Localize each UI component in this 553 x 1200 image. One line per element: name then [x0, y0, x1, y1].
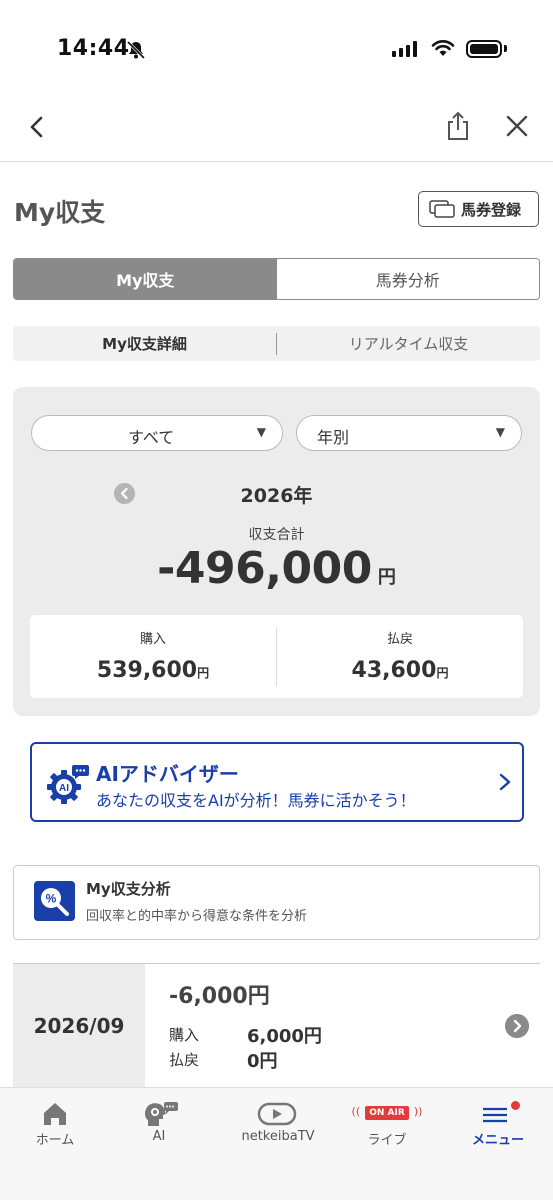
tab-live[interactable]: (( ON AIR )) ライブ: [332, 1100, 442, 1150]
tab-ai-label: AI: [152, 1129, 166, 1144]
month-payout-value: 0円: [247, 1051, 278, 1072]
filter-type-value: すべて: [128, 428, 175, 447]
tab-netkeiba-tv[interactable]: netkeibaTV: [223, 1100, 333, 1150]
tab-home[interactable]: ホーム: [0, 1100, 110, 1150]
filter-period-select[interactable]: 年別 ▼: [296, 415, 522, 451]
on-air-badge: ON AIR: [365, 1106, 409, 1120]
status-time: 14:44: [57, 36, 130, 61]
analysis-title: My収支分析: [86, 880, 171, 898]
tv-icon: [257, 1102, 297, 1126]
back-icon[interactable]: [22, 112, 52, 142]
bottom-tab-bar: ホーム AI netkeibaTV (( ON AIR )) ライブ メニュー: [0, 1087, 553, 1200]
tab-ai[interactable]: AI: [104, 1100, 214, 1150]
register-ticket-label: 馬券登録: [461, 200, 522, 219]
chevron-right-circle-icon[interactable]: [505, 1014, 529, 1038]
bell-off-icon: [126, 40, 146, 60]
tab-home-label: ホーム: [35, 1133, 75, 1148]
page-title: My収支: [14, 198, 106, 227]
year-label: 2026年: [240, 485, 313, 507]
status-bar: 14:44: [0, 0, 553, 100]
cellular-signal-icon: [392, 41, 417, 57]
ai-advisor-banner[interactable]: AI AIアドバイザー あなたの収支をAIが分析！馬券に活かそう！: [30, 742, 524, 822]
month-label: 2026/09: [13, 964, 145, 1088]
month-payout-line: 払戻 0円: [169, 1049, 278, 1072]
svg-text:%: %: [46, 892, 57, 906]
ai-head-icon: [145, 1102, 178, 1126]
menu-icon: [483, 1107, 507, 1123]
tab-menu-label: メニュー: [471, 1133, 524, 1148]
tab-live-label: ライブ: [367, 1133, 407, 1148]
month-payout-label: 払戻: [169, 1051, 200, 1069]
filter-type-select[interactable]: すべて ▼: [31, 415, 283, 451]
month-purchase-line: 購入 6,000円: [169, 1024, 322, 1047]
month-purchase-value: 6,000円: [247, 1026, 322, 1047]
filter-period-value: 年別: [317, 428, 350, 447]
navigation-bar: [0, 100, 553, 162]
payout-column: 払戻 43,600円: [277, 615, 523, 698]
ai-advisor-title: AIアドバイザー: [96, 762, 239, 786]
live-icon: (( ON AIR )): [351, 1105, 423, 1120]
sub-tabs: My収支詳細 リアルタイム収支: [13, 326, 540, 361]
chevron-right-icon: [499, 773, 511, 791]
purchase-label: 購入: [139, 632, 166, 647]
tab-menu[interactable]: メニュー: [443, 1100, 553, 1150]
register-ticket-button[interactable]: 馬券登録: [418, 191, 539, 227]
tab-realtime-balance[interactable]: リアルタイム収支: [277, 333, 540, 354]
tab-balance-detail[interactable]: My収支詳細: [13, 333, 276, 354]
total-label: 収支合計: [248, 527, 305, 543]
caret-down-icon: ▼: [495, 425, 505, 439]
share-icon[interactable]: [444, 110, 472, 142]
wifi-icon: [431, 40, 455, 56]
analysis-subtitle: 回収率と的中率から得意な条件を分析: [86, 909, 308, 924]
svg-text:AI: AI: [59, 783, 69, 794]
total-row: -496,000 円: [13, 543, 540, 594]
balance-analysis-card[interactable]: % My収支分析 回収率と的中率から得意な条件を分析: [13, 865, 540, 940]
total-amount: -496,000: [157, 543, 372, 594]
battery-icon: [466, 40, 502, 58]
month-purchase-label: 購入: [169, 1026, 200, 1044]
payout-label: 払戻: [386, 632, 413, 647]
purchase-payout-box: 購入 539,600円 払戻 43,600円: [30, 615, 523, 698]
caret-down-icon: ▼: [256, 425, 266, 439]
ai-gear-icon: AI: [47, 765, 89, 804]
ticket-icon: [429, 200, 455, 218]
ai-advisor-subtitle: あなたの収支をAIが分析！馬券に活かそう！: [96, 791, 416, 810]
monthly-row[interactable]: 2026/09 -6,000円 購入 6,000円 払戻 0円: [13, 963, 540, 1088]
analysis-magnifier-icon: %: [34, 881, 75, 921]
tab-my-balance[interactable]: My収支: [14, 259, 277, 299]
total-unit: 円: [377, 567, 396, 588]
purchase-column: 購入 539,600円: [30, 615, 276, 698]
summary-card: すべて ▼ 年別 ▼ 2026年 収支合計 -496,000 円 購入 539,6…: [13, 387, 540, 716]
close-icon[interactable]: [503, 112, 531, 140]
home-icon: [44, 1103, 66, 1125]
tab-ticket-analysis[interactable]: 馬券分析: [276, 259, 539, 299]
payout-amount: 43,600円: [351, 658, 449, 683]
main-tabs: My収支 馬券分析: [13, 258, 540, 300]
notification-dot: [511, 1101, 520, 1110]
month-total: -6,000円: [169, 984, 270, 1009]
purchase-amount: 539,600円: [96, 658, 210, 683]
tab-netkeiba-tv-label: netkeibaTV: [241, 1129, 315, 1144]
